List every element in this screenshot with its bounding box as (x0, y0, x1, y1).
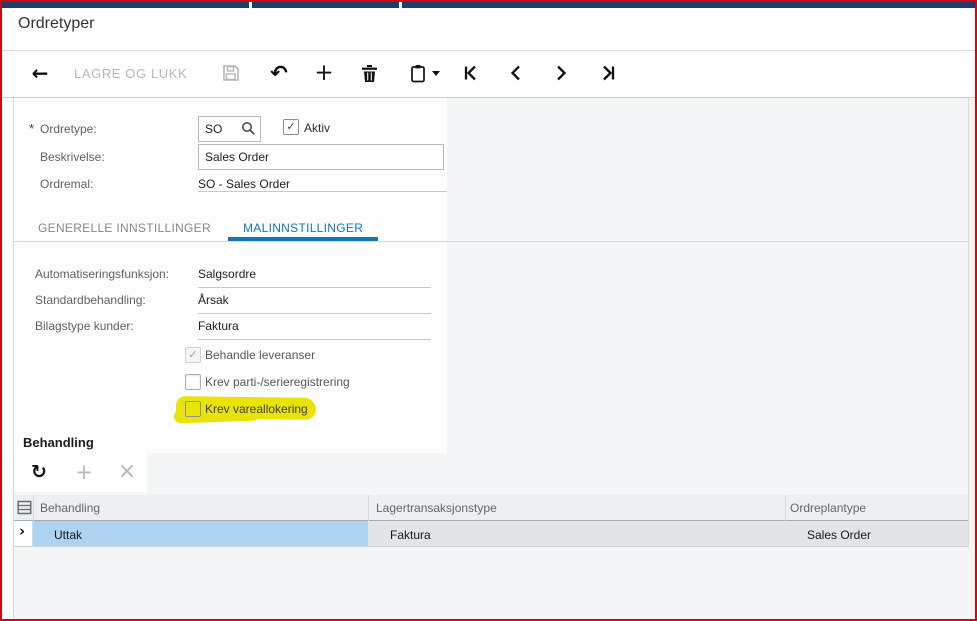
krev-vareallokering-checkbox[interactable] (185, 401, 201, 417)
field-underline (198, 324, 431, 340)
save-and-close-label: LAGRE OG LUKK (74, 65, 188, 81)
ordretype-label: Ordretype: (40, 122, 97, 136)
cell-ordreplantype[interactable]: Sales Order (785, 521, 968, 547)
content-right-edge (968, 98, 969, 548)
beskrivelse-label: Beskrivelse: (40, 150, 105, 164)
caret-down-icon (432, 70, 440, 76)
behandle-leveranser-checkbox[interactable]: ✓ (185, 347, 201, 363)
previous-record-icon (510, 65, 520, 81)
save-and-close-button[interactable]: LAGRE OG LUKK (74, 62, 187, 84)
plus-icon: + (75, 459, 93, 484)
tabstrip-divider (14, 241, 968, 242)
grid-delete-row-button[interactable]: × (116, 461, 138, 483)
krev-parti-serieregistrering-checkbox[interactable] (185, 374, 201, 390)
column-header-ordreplantype[interactable]: Ordreplantype (790, 501, 866, 515)
column-header-behandling[interactable]: Behandling (40, 501, 100, 515)
aktiv-checkbox[interactable]: ✓ (283, 119, 299, 135)
grid-settings-icon (17, 500, 32, 515)
save-button[interactable] (221, 63, 241, 83)
ordretype-lookup-button[interactable] (241, 121, 257, 137)
required-marker: * (29, 121, 35, 136)
ordretyper-window: Ordretyper ← LAGRE OG LUKK ↶ + * Ordrety… (0, 0, 977, 621)
beskrivelse-input[interactable] (198, 144, 444, 170)
back-arrow-icon: ← (31, 61, 49, 85)
next-record-icon (557, 65, 567, 81)
column-divider (33, 495, 34, 521)
tab-malinnstillinger[interactable]: MALINNSTILLINGER (243, 221, 363, 235)
next-record-button[interactable] (551, 63, 571, 83)
row-selector-cell: › (14, 521, 33, 547)
grid-section-title: Behandling (23, 435, 94, 450)
undo-icon: ↶ (270, 60, 288, 85)
column-divider (368, 495, 369, 521)
trash-icon (361, 64, 377, 82)
last-record-icon (603, 65, 615, 81)
grid-add-row-button[interactable]: + (73, 461, 95, 483)
cell-value: Uttak (54, 528, 83, 542)
tab-generelle-innstillinger[interactable]: GENERELLE INNSTILLINGER (38, 221, 211, 235)
annotation-border-left (0, 0, 2, 621)
standardbehandling-label: Standardbehandling: (35, 293, 146, 307)
krev-vareallokering-label: Krev vareallokering (205, 402, 308, 416)
plus-icon: + (314, 59, 334, 86)
back-button[interactable]: ← (28, 60, 52, 86)
delete-record-button[interactable] (359, 62, 379, 84)
cell-lagertransaksjonstype[interactable]: Faktura (368, 521, 785, 547)
check-icon: ✓ (188, 348, 198, 361)
grid-refresh-button[interactable]: ↻ (28, 461, 50, 483)
field-underline (198, 272, 431, 288)
aktiv-label: Aktiv (304, 121, 331, 135)
ordremal-underline (198, 176, 447, 192)
first-record-icon (464, 65, 476, 81)
field-underline (198, 298, 431, 314)
annotation-border-top (0, 0, 977, 2)
undo-button[interactable]: ↶ (266, 60, 292, 86)
grid-settings-button[interactable] (17, 500, 33, 516)
column-header-lagertransaksjonstype[interactable]: Lagertransaksjonstype (376, 501, 497, 515)
cell-value: Faktura (390, 528, 431, 542)
automatiseringsfunksjon-label: Automatiseringsfunksjon: (35, 267, 170, 281)
left-gutter (2, 98, 14, 619)
search-icon (242, 122, 255, 135)
column-divider (785, 495, 786, 521)
title-bar (2, 8, 975, 50)
clipboard-menu-button[interactable] (408, 61, 442, 85)
row-pointer-icon: › (19, 522, 26, 540)
refresh-icon: ↻ (31, 460, 47, 483)
first-record-button[interactable] (461, 63, 481, 83)
ordremal-label: Ordremal: (40, 177, 94, 191)
clipboard-icon (411, 64, 425, 82)
page-title: Ordretyper (18, 15, 95, 32)
check-icon: ✓ (286, 120, 296, 133)
save-icon (223, 65, 239, 81)
add-record-button[interactable]: + (312, 60, 336, 86)
last-record-button[interactable] (598, 63, 618, 83)
close-icon: × (117, 459, 137, 484)
bilagstype-kunder-label: Bilagstype kunder: (35, 319, 134, 333)
previous-record-button[interactable] (506, 63, 526, 83)
krev-parti-serieregistrering-label: Krev parti-/serieregistrering (205, 375, 350, 389)
table-row[interactable]: › Uttak Faktura Sales Order (14, 521, 968, 548)
cell-value: Sales Order (807, 528, 872, 542)
behandle-leveranser-label: Behandle leveranser (205, 348, 316, 362)
cell-behandling[interactable]: Uttak (33, 521, 368, 547)
